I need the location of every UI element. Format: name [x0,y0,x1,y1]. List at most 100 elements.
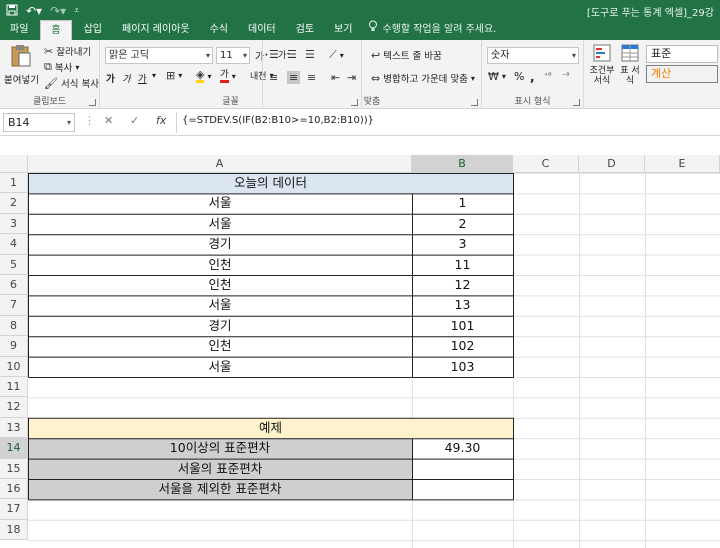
row-header-6[interactable]: 6 [0,275,28,296]
cancel-icon[interactable]: ✕ [104,114,113,127]
undo-icon[interactable]: ↶▾ [26,4,42,18]
tell-me-box[interactable]: 수행할 작업을 알려 주세요. [362,20,496,40]
row-header-2[interactable]: 2 [0,193,28,214]
column-header-e[interactable]: E [645,155,720,173]
accounting-format-button[interactable]: ₩ ▾ [488,70,506,83]
cell-a10[interactable]: 서울 [28,357,412,377]
cell-a6[interactable]: 인천 [28,275,412,295]
row-header-15[interactable]: 15 [0,458,28,479]
select-all-button[interactable] [0,155,28,173]
increase-indent-button[interactable]: ⇥ [347,71,356,84]
formula-input[interactable]: {=STDEV.S(IF(B2:B10>=10,B2:B10))} [182,115,374,126]
orientation-button[interactable]: ⟋ ▾ [329,48,344,62]
row-header-13[interactable]: 13 [0,417,28,439]
cell-a15[interactable]: 서울의 표준편차 [28,459,412,479]
cell-a5[interactable]: 인천 [28,255,412,275]
format-as-table-button[interactable]: 표 서식 [618,44,642,86]
underline-button[interactable]: 가 [138,71,147,85]
cell-b3[interactable]: 2 [412,214,513,234]
comma-style-button[interactable]: , [530,70,535,84]
chevron-down-icon[interactable]: ▾ [152,71,156,80]
align-middle-button[interactable]: ☰ [287,48,297,61]
italic-button[interactable]: 가 [122,71,131,85]
cell-b10[interactable]: 103 [412,357,513,377]
column-header-c[interactable]: C [513,155,579,173]
align-bottom-button[interactable]: ☰ [305,48,315,61]
cell-a7[interactable]: 서울 [28,295,412,315]
row-header-9[interactable]: 9 [0,336,28,357]
cell-a8[interactable]: 경기 [28,316,412,336]
bold-button[interactable]: 가 [106,71,115,85]
cell-b15[interactable] [412,459,513,479]
row-header-1[interactable]: 1 [0,173,28,194]
cell-b8[interactable]: 101 [412,316,513,336]
row-header-7[interactable]: 7 [0,295,28,316]
cell-a2[interactable]: 서울 [28,193,412,213]
paste-button[interactable]: 붙여넣기 [4,44,39,86]
save-icon[interactable] [6,4,18,19]
row-header-8[interactable]: 8 [0,315,28,337]
column-header-b[interactable]: B [412,155,513,173]
cell-a16[interactable]: 서울을 제외한 표준편차 [28,479,412,499]
merge-center-button[interactable]: ⇔ 병합하고 가운데 맞춤 ▾ [371,71,475,86]
cell-b2[interactable]: 1 [412,193,513,213]
cell-b7[interactable]: 13 [412,295,513,315]
increase-decimal-button[interactable]: ⁺⁰ [544,71,551,80]
tab-data[interactable]: 데이터 [238,20,286,40]
row-header-16[interactable]: 16 [0,479,28,500]
style-calculation[interactable]: 계산 [646,65,718,83]
decrease-indent-button[interactable]: ⇤ [331,71,340,84]
tab-view[interactable]: 보기 [324,20,362,40]
cell-b6[interactable]: 12 [412,275,513,295]
customize-qat-icon[interactable]: ⩡ [74,6,79,16]
row-header-10[interactable]: 10 [0,356,28,377]
row-header-5[interactable]: 5 [0,254,28,275]
fill-color-button[interactable]: ◈ ▾ [196,69,211,83]
cell-b14[interactable]: 49.30 [412,438,513,458]
cut-button[interactable]: ✂ 잘라내기 [44,44,91,59]
cell-b9[interactable]: 102 [412,336,513,356]
percent-style-button[interactable]: % [514,70,524,83]
row-header-17[interactable]: 17 [0,499,28,520]
enter-icon[interactable]: ✓ [130,114,139,127]
dialog-launcher-icon[interactable] [573,99,580,106]
font-size-dropdown[interactable]: 11 ▾ [216,47,250,64]
cell-a1[interactable]: 오늘의 데이터 [28,173,513,193]
borders-button[interactable]: ⊞ ▾ [166,69,182,82]
align-center-button[interactable]: ≡ [287,71,301,84]
tab-home[interactable]: 홈 [40,20,72,40]
align-left-button[interactable]: ≡ [269,71,278,84]
align-top-button[interactable]: ☰ [269,48,279,61]
tab-page-layout[interactable]: 페이지 레이아웃 [112,20,200,40]
cell-a14[interactable]: 10이상의 표준편차 [28,438,412,458]
column-header-d[interactable]: D [579,155,645,173]
column-header-a[interactable]: A [28,155,412,173]
row-header-3[interactable]: 3 [0,213,28,235]
cell-a3[interactable]: 서울 [28,214,412,234]
row-header-12[interactable]: 12 [0,397,28,418]
format-painter-button[interactable]: 🖌 서식 복사 [44,76,99,91]
decrease-decimal-button[interactable]: ⁻⁰ [562,71,569,80]
cell-a13[interactable]: 예제 [28,418,513,438]
cell-a9[interactable]: 인천 [28,336,412,356]
cell-b5[interactable]: 11 [412,255,513,275]
cell-b4[interactable]: 3 [412,234,513,254]
redo-icon[interactable]: ↷▾ [50,4,66,18]
tab-formulas[interactable]: 수식 [200,20,238,40]
conditional-formatting-button[interactable]: 조건부 서식 [588,44,616,86]
tab-insert[interactable]: 삽입 [74,20,112,40]
dialog-launcher-icon[interactable] [89,99,96,106]
style-normal[interactable]: 표준 [646,45,718,63]
row-header-14[interactable]: 14 [0,438,28,459]
name-box[interactable]: B14 ▾ [3,113,75,132]
cell-a4[interactable]: 경기 [28,234,412,254]
dialog-launcher-icon[interactable] [471,99,478,106]
font-name-dropdown[interactable]: 맑은 고딕 ▾ [105,47,213,64]
tab-review[interactable]: 검토 [286,20,324,40]
tab-file[interactable]: 파일 [0,20,38,40]
align-right-button[interactable]: ≡ [307,71,316,84]
row-header-11[interactable]: 11 [0,377,28,398]
insert-function-button[interactable]: fx [156,114,166,127]
wrap-text-button[interactable]: ↩ 텍스트 줄 바꿈 [371,48,442,63]
font-color-button[interactable]: 가 ▾ [220,69,236,83]
